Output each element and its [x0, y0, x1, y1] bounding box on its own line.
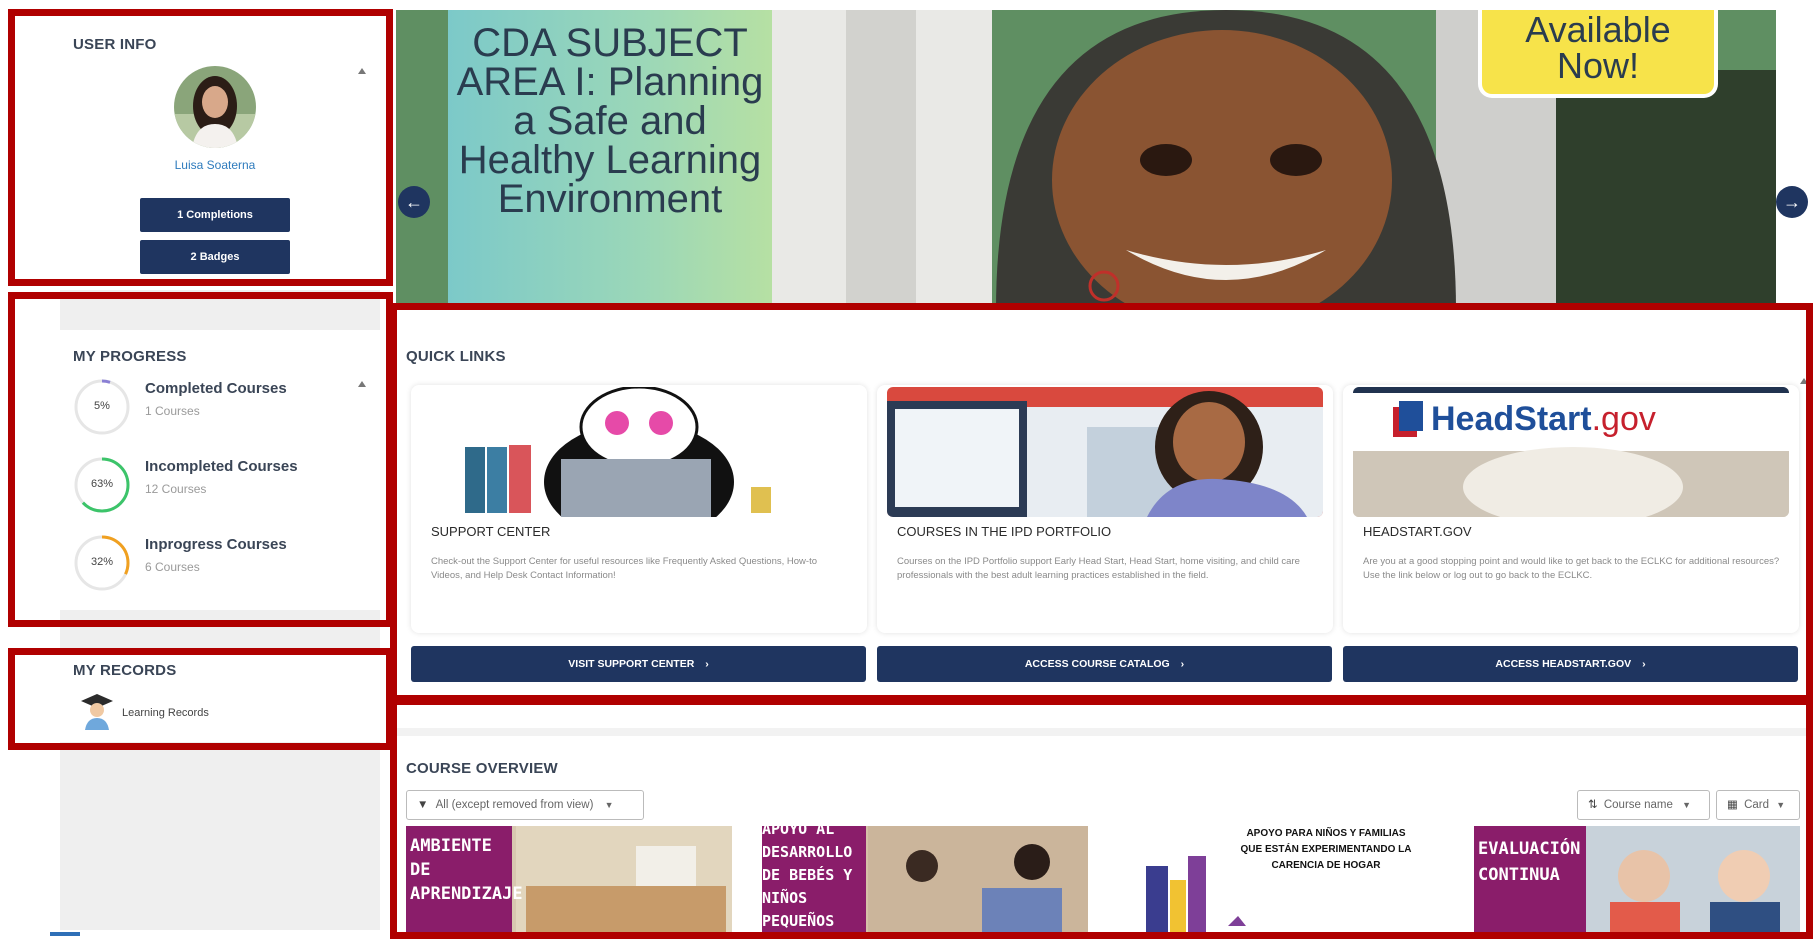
chevron-down-icon: ▼	[1776, 800, 1786, 810]
footer-partial-text	[50, 922, 90, 939]
course-card[interactable]: APOYO PARA NIÑOS Y FAMILIAS QUE ESTÁN EX…	[1118, 826, 1444, 939]
ipd-portfolio-image	[887, 387, 1323, 517]
headstart-image: HeadStart.gov	[1353, 387, 1789, 517]
progress-count: 6 Courses	[145, 560, 200, 574]
chevron-right-icon: ›	[1180, 658, 1185, 670]
quick-link-title: COURSES IN THE IPD PORTFOLIO	[897, 524, 1112, 539]
course-sort-label: Course name	[1603, 799, 1673, 811]
quick-link-title: SUPPORT CENTER	[431, 524, 551, 539]
progress-count: 12 Courses	[145, 482, 207, 496]
course-view-label: Card	[1744, 799, 1770, 811]
user-info-collapse-icon[interactable]	[358, 68, 366, 74]
hero-available-badge: Available Now!	[1482, 10, 1714, 94]
course-card[interactable]: AMBIENTE DE APRENDIZAJE	[406, 826, 732, 939]
course-view-dropdown[interactable]: ▦ Card ▼	[1716, 790, 1800, 820]
headstart-logo-suffix: .gov	[1591, 400, 1656, 438]
arrow-left-icon: ←	[405, 192, 423, 212]
quick-link-card-ipd[interactable]: COURSES IN THE IPD PORTFOLIO Courses on …	[877, 385, 1333, 633]
course-banner-text: EVALUACIÓN CONTINUA	[1478, 839, 1581, 885]
course-banner-text: AMBIENTE DE APRENDIZAJE	[410, 836, 523, 904]
carousel-next-button[interactable]: →	[1776, 186, 1808, 218]
quick-link-card-support[interactable]: SUPPORT CENTER Check-out the Support Cen…	[411, 385, 867, 633]
access-headstart-button[interactable]: ACCESS HEADSTART.GOV ›	[1343, 646, 1798, 682]
access-course-catalog-button[interactable]: ACCESS COURSE CATALOG ›	[877, 646, 1332, 682]
graduate-icon	[81, 694, 113, 730]
progress-percent: 32%	[90, 556, 114, 568]
progress-percent: 5%	[94, 400, 110, 412]
headstart-logo-text: HeadStart.gov	[1431, 399, 1656, 439]
quick-link-description: Are you at a good stopping point and wou…	[1363, 556, 1780, 581]
progress-label: Completed Courses	[145, 380, 287, 397]
quick-link-description: Check-out the Support Center for useful …	[431, 556, 817, 581]
arrow-right-icon: →	[1783, 192, 1801, 212]
learning-records-label: Learning Records	[122, 707, 209, 719]
course-card[interactable]: EVALUACIÓN CONTINUA	[1474, 826, 1800, 939]
sort-icon: ⇅	[1588, 799, 1598, 811]
quick-links-title: QUICK LINKS	[406, 348, 506, 365]
quick-link-card-headstart[interactable]: HeadStart.gov HEADSTART.GOV Are you at a…	[1343, 385, 1799, 633]
chevron-down-icon: ▼	[604, 800, 614, 810]
my-progress-title: MY PROGRESS	[73, 348, 187, 365]
chevron-right-icon: ›	[1642, 658, 1646, 670]
hero-slide-text: CDA SUBJECT AREA I: Planning a Safe and …	[456, 21, 764, 221]
chevron-down-icon: ▼	[1682, 800, 1692, 810]
scrollbar[interactable]	[1806, 795, 1811, 855]
carousel-prev-button[interactable]: ←	[398, 186, 430, 218]
dashboard-screen: USER INFO Luisa Soaterna 1 Completions 2…	[0, 0, 1813, 939]
quick-link-title: HEADSTART.GOV	[1363, 524, 1472, 539]
button-label: ACCESS COURSE CATALOG	[1024, 658, 1170, 670]
headstart-logo-main: HeadStart	[1431, 400, 1592, 438]
filter-icon: ▼	[417, 799, 429, 811]
user-name-link[interactable]: Luisa Soaterna	[140, 158, 290, 172]
hero-badge-text: Available Now!	[1525, 10, 1671, 86]
course-filter-label: All (except removed from view)	[435, 799, 594, 811]
avatar[interactable]	[174, 66, 256, 148]
progress-label: Inprogress Courses	[145, 536, 287, 553]
progress-label: Incompleted Courses	[145, 458, 298, 475]
support-center-image	[421, 387, 857, 517]
grid-icon: ▦	[1727, 799, 1738, 811]
course-sort-dropdown[interactable]: ⇅ Course name ▼	[1577, 790, 1710, 820]
my-records-title: MY RECORDS	[73, 662, 177, 679]
badges-button[interactable]: 2 Badges	[140, 240, 290, 274]
course-filter-dropdown[interactable]: ▼ All (except removed from view) ▼	[406, 790, 644, 820]
hero-carousel[interactable]: CDA SUBJECT AREA I: Planning a Safe and …	[396, 10, 1776, 310]
progress-percent: 63%	[90, 478, 114, 490]
button-label: ACCESS HEADSTART.GOV	[1495, 658, 1632, 670]
progress-count: 1 Courses	[145, 404, 200, 418]
completions-button[interactable]: 1 Completions	[140, 198, 290, 232]
chevron-right-icon: ›	[705, 658, 709, 670]
button-label: VISIT SUPPORT CENTER	[568, 658, 695, 670]
quick-links-collapse-icon[interactable]	[1800, 378, 1808, 384]
my-progress-collapse-icon[interactable]	[358, 381, 366, 387]
course-overview-title: COURSE OVERVIEW	[406, 760, 558, 777]
quick-link-description: Courses on the IPD Portfolio support Ear…	[897, 556, 1300, 581]
visit-support-center-button[interactable]: VISIT SUPPORT CENTER ›	[411, 646, 866, 682]
course-banner-text: APOYO PARA NIÑOS Y FAMILIAS QUE ESTÁN EX…	[1240, 828, 1412, 871]
user-info-title: USER INFO	[73, 36, 157, 53]
course-banner-text: APOYO AL DESARROLLO DE BEBÉS Y NIÑOS PEQ…	[762, 826, 853, 930]
course-card[interactable]: APOYO AL DESARROLLO DE BEBÉS Y NIÑOS PEQ…	[762, 826, 1088, 939]
